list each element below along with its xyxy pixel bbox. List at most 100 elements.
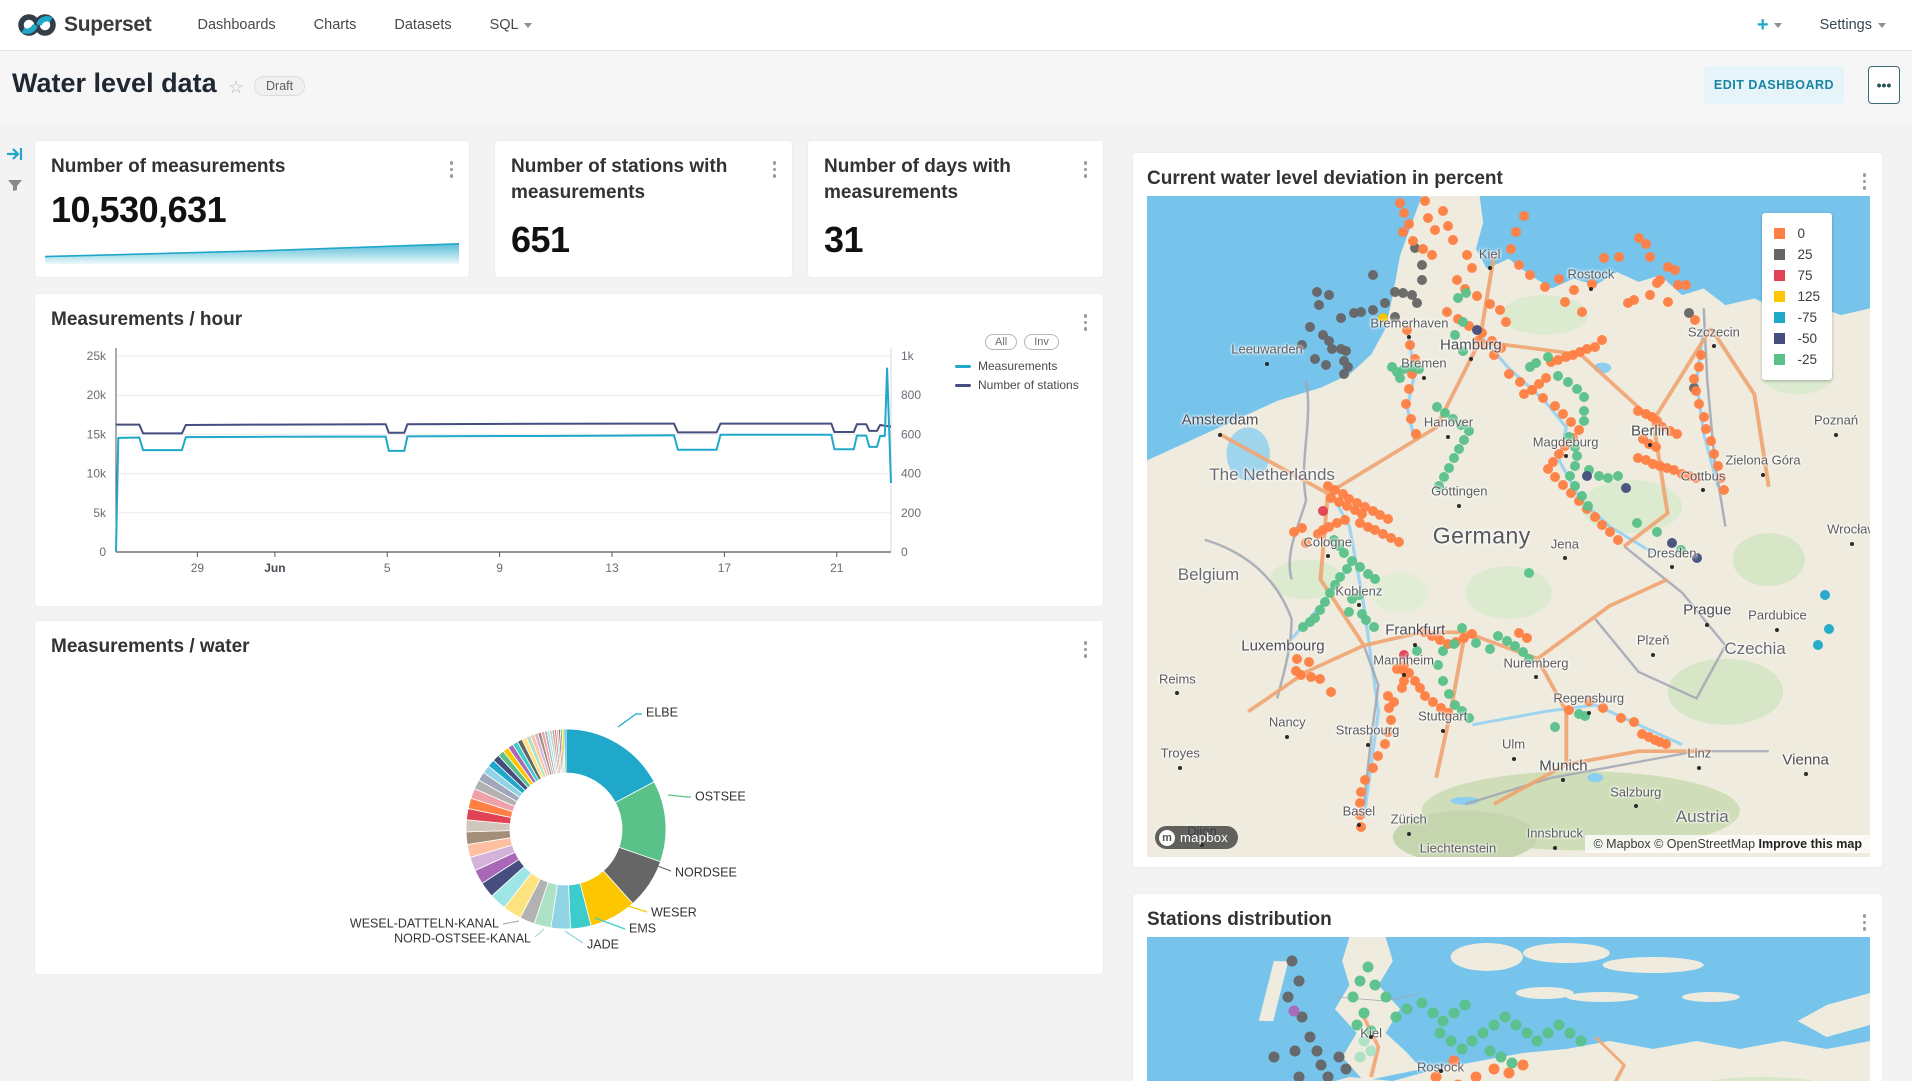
station-dot: [1427, 1008, 1438, 1019]
station-dot: [1288, 1006, 1299, 1017]
legend-item[interactable]: Measurements: [955, 359, 1125, 373]
station-dot: [1296, 670, 1306, 680]
station-dot: [1443, 221, 1453, 231]
improve-map-link[interactable]: Improve this map: [1759, 837, 1863, 851]
station-dot: [1395, 373, 1405, 383]
station-dot: [1694, 399, 1704, 409]
station-dot: [1449, 639, 1459, 649]
station-dot: [1391, 1012, 1402, 1023]
svg-text:0: 0: [901, 545, 908, 559]
map-legend-item: 125: [1774, 286, 1820, 307]
chevron-down-icon: [524, 23, 532, 28]
station-dot: [1543, 1028, 1554, 1039]
legend-inv-button[interactable]: Inv: [1024, 334, 1059, 350]
station-dot: [1427, 250, 1437, 260]
station-dot: [1599, 253, 1609, 263]
station-dot: [1467, 1036, 1478, 1047]
donut-chart: ELBEOSTSEENORDSEEWESEREMSJADENORD-OSTSEE…: [35, 621, 1105, 976]
infinity-logo-icon: [18, 12, 56, 38]
station-dot: [1380, 739, 1390, 749]
map-label: Pardubice: [1748, 608, 1807, 623]
map-label: The Netherlands: [1209, 465, 1335, 485]
station-dot: [1304, 1032, 1315, 1043]
settings-menu[interactable]: Settings: [1820, 17, 1886, 33]
favorite-star-icon[interactable]: ☆: [228, 77, 244, 98]
map-label: Ulm: [1502, 736, 1525, 751]
legend-all-button[interactable]: All: [985, 334, 1017, 350]
station-dot: [1348, 992, 1359, 1003]
svg-text:OSTSEE: OSTSEE: [695, 789, 746, 803]
legend-item[interactable]: Number of stations: [955, 378, 1125, 392]
filter-icon[interactable]: [7, 178, 23, 197]
station-dot: [1632, 518, 1642, 528]
station-dot: [1501, 317, 1511, 327]
nav-charts[interactable]: Charts: [314, 17, 357, 33]
map-label: Poznań: [1814, 413, 1858, 428]
station-dot: [1397, 683, 1407, 693]
svg-text:JADE: JADE: [587, 937, 619, 951]
station-dot: [1616, 713, 1626, 723]
station-dot: [1575, 1036, 1586, 1047]
new-item-button[interactable]: +: [1757, 14, 1782, 37]
card-menu-button[interactable]: [1080, 157, 1092, 182]
station-dot: [1268, 1052, 1279, 1063]
station-dot: [1459, 435, 1469, 445]
station-dot: [1532, 1036, 1543, 1047]
nav-items: Dashboards Charts Datasets SQL: [197, 17, 531, 33]
card-menu-button[interactable]: [446, 157, 458, 182]
station-dot: [1458, 317, 1468, 327]
station-dot: [1395, 198, 1405, 208]
map-label: Mannheim: [1373, 653, 1434, 668]
station-dot: [1341, 346, 1351, 356]
station-dot: [1344, 607, 1354, 617]
station-dot: [1417, 260, 1427, 270]
station-dot: [1560, 297, 1570, 307]
station-dot: [1651, 442, 1661, 452]
map-label: Zürich: [1391, 812, 1427, 827]
station-dot: [1362, 962, 1373, 973]
station-dot: [1696, 350, 1706, 360]
station-dot: [1454, 444, 1464, 454]
map-label: Magdeburg: [1533, 434, 1599, 449]
station-dot: [1661, 739, 1671, 749]
station-dot: [1577, 307, 1587, 317]
deviation-map[interactable]: LeeuwardenAmsterdamThe NetherlandsBelgiu…: [1147, 196, 1870, 857]
station-dot: [1699, 412, 1709, 422]
map-label: Basel: [1343, 803, 1376, 818]
card-menu-button[interactable]: [1859, 910, 1871, 935]
svg-text:13: 13: [605, 561, 619, 575]
station-dot: [1583, 501, 1593, 511]
station-dot: [1525, 362, 1535, 372]
station-dot: [1444, 689, 1454, 699]
expand-filters-icon[interactable]: [6, 146, 24, 167]
station-dot: [1597, 335, 1607, 345]
map-label: Luxembourg: [1241, 638, 1324, 655]
card-menu-button[interactable]: [1859, 169, 1871, 194]
nav-sql[interactable]: SQL: [490, 17, 532, 33]
card-menu-button[interactable]: [769, 157, 781, 182]
station-dot: [1416, 998, 1427, 1009]
stations-map[interactable]: KielRostockBremerhaven: [1147, 937, 1870, 1081]
station-dot: [1527, 385, 1537, 395]
station-dot: [1324, 290, 1334, 300]
map-label: Reims: [1159, 671, 1196, 686]
dashboard-more-button[interactable]: •••: [1868, 66, 1900, 104]
map-label: Bremerhaven: [1370, 315, 1448, 330]
edit-dashboard-button[interactable]: EDIT DASHBOARD: [1704, 66, 1844, 104]
svg-text:25k: 25k: [87, 349, 107, 363]
station-dot: [1553, 371, 1563, 381]
map-label: Stuttgart: [1418, 709, 1467, 724]
station-dot: [1681, 280, 1691, 290]
nav-dashboards[interactable]: Dashboards: [197, 17, 275, 33]
station-dot: [1554, 274, 1564, 284]
map-label: Koblenz: [1335, 583, 1382, 598]
station-dot: [1457, 623, 1467, 633]
station-dot: [1373, 751, 1383, 761]
station-dot: [1504, 369, 1514, 379]
station-dot: [1438, 206, 1448, 216]
mapbox-logo[interactable]: mmapbox: [1155, 826, 1238, 849]
dashboard-header: Water level data ☆ Draft EDIT DASHBOARD …: [0, 50, 1912, 122]
nav-datasets[interactable]: Datasets: [394, 17, 451, 33]
superset-logo[interactable]: Superset: [18, 12, 151, 38]
station-dot: [1565, 471, 1575, 481]
